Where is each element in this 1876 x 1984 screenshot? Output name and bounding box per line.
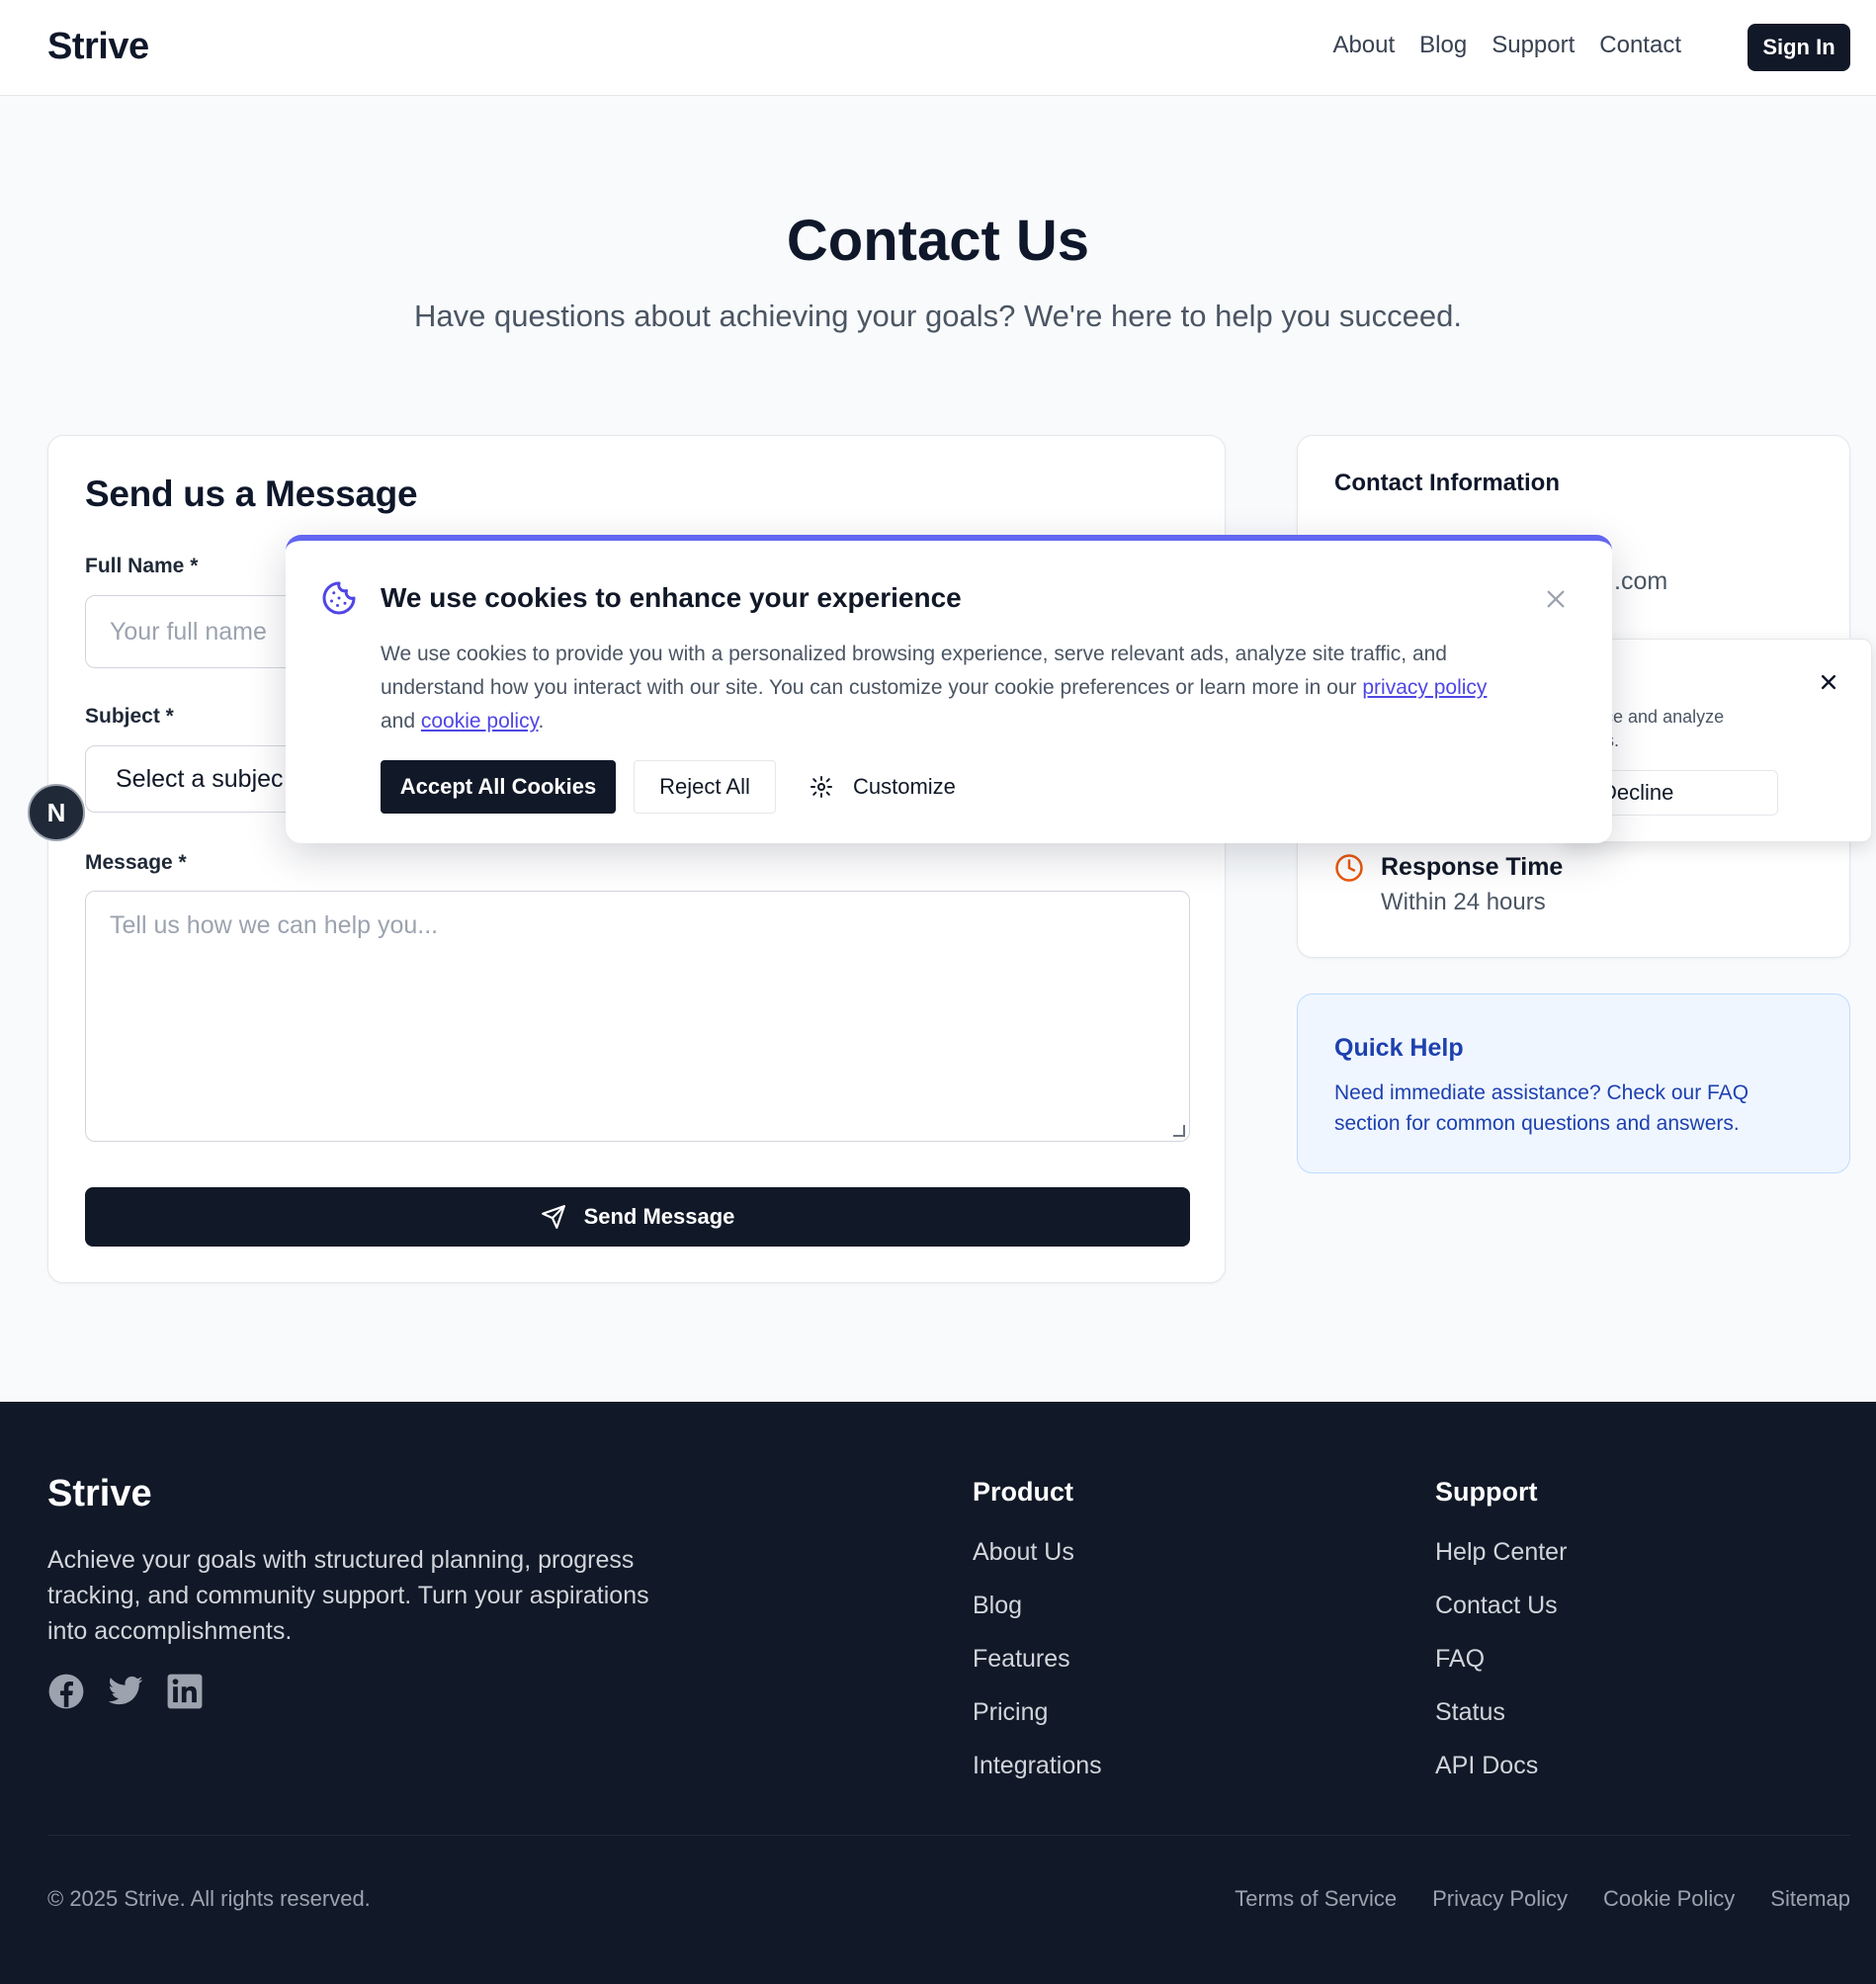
form-title: Send us a Message bbox=[85, 474, 418, 514]
footer-link-contact-us[interactable]: Contact Us bbox=[1435, 1592, 1567, 1645]
quick-help-title: Quick Help bbox=[1334, 1034, 1464, 1062]
cookie-policy-footer-link[interactable]: Cookie Policy bbox=[1603, 1886, 1735, 1912]
footer-link-faq[interactable]: FAQ bbox=[1435, 1645, 1567, 1698]
linkedin-icon[interactable] bbox=[166, 1673, 204, 1710]
footer-link-status[interactable]: Status bbox=[1435, 1698, 1567, 1752]
clock-icon bbox=[1335, 854, 1363, 882]
nav-about[interactable]: About bbox=[1332, 32, 1395, 59]
sitemap-link[interactable]: Sitemap bbox=[1770, 1886, 1850, 1912]
secondary-cookie-text-line2: o us. bbox=[1580, 729, 1818, 752]
dev-tools-avatar[interactable]: N bbox=[28, 784, 85, 841]
full-name-label: Full Name * bbox=[85, 555, 199, 577]
cookie-policy-link[interactable]: cookie policy bbox=[421, 710, 539, 733]
response-time-title: Response Time bbox=[1381, 853, 1564, 881]
footer-legal-links: Terms of Service Privacy Policy Cookie P… bbox=[1235, 1886, 1850, 1912]
reject-all-button[interactable]: Reject All bbox=[634, 760, 776, 814]
customize-label: Customize bbox=[853, 774, 956, 799]
footer-description: Achieve your goals with structured plann… bbox=[47, 1546, 649, 1645]
quick-help-text: Need immediate assistance? Check our FAQ… bbox=[1334, 1081, 1749, 1135]
send-icon bbox=[541, 1205, 565, 1229]
social-links bbox=[47, 1673, 204, 1710]
quick-help-card: Quick Help Need immediate assistance? Ch… bbox=[1297, 993, 1850, 1173]
secondary-cookie-text-line1: ience and analyze bbox=[1580, 707, 1725, 727]
contact-info-title: Contact Information bbox=[1334, 470, 1560, 496]
cookie-banner-title: We use cookies to enhance your experienc… bbox=[381, 582, 962, 613]
footer-divider bbox=[47, 1835, 1850, 1836]
footer-link-integrations[interactable]: Integrations bbox=[973, 1752, 1102, 1805]
nav-blog[interactable]: Blog bbox=[1419, 32, 1467, 59]
sign-in-button[interactable]: Sign In bbox=[1748, 24, 1850, 71]
footer-link-help-center[interactable]: Help Center bbox=[1435, 1538, 1567, 1592]
gear-icon bbox=[810, 776, 832, 798]
brand-logo[interactable]: Strive bbox=[47, 26, 149, 68]
footer-link-api-docs[interactable]: API Docs bbox=[1435, 1752, 1567, 1805]
message-label: Message * bbox=[85, 851, 187, 874]
full-name-placeholder: Your full name bbox=[110, 617, 267, 646]
nav-contact[interactable]: Contact bbox=[1599, 32, 1681, 59]
contact-email-value[interactable]: .com bbox=[1614, 567, 1667, 596]
cookie-banner-text: We use cookies to provide you with a per… bbox=[381, 638, 1507, 738]
footer-support-links: Help Center Contact Us FAQ Status API Do… bbox=[1435, 1538, 1567, 1805]
main-nav: About Blog Support Contact bbox=[1332, 32, 1681, 59]
site-header: Strive About Blog Support Contact Sign I… bbox=[0, 0, 1876, 96]
send-message-label: Send Message bbox=[583, 1204, 735, 1229]
nav-support[interactable]: Support bbox=[1492, 32, 1575, 59]
twitter-icon[interactable] bbox=[107, 1673, 144, 1710]
footer-product-title: Product bbox=[973, 1477, 1074, 1507]
footer-link-features[interactable]: Features bbox=[973, 1645, 1102, 1698]
privacy-policy-link[interactable]: privacy policy bbox=[1362, 676, 1487, 699]
footer-link-blog[interactable]: Blog bbox=[973, 1592, 1102, 1645]
customize-button[interactable]: Customize bbox=[810, 760, 956, 814]
cookie-text-and: and bbox=[381, 710, 421, 733]
footer-product-links: About Us Blog Features Pricing Integrati… bbox=[973, 1538, 1102, 1805]
subject-select-value: Select a subjec bbox=[116, 764, 284, 793]
privacy-policy-footer-link[interactable]: Privacy Policy bbox=[1432, 1886, 1568, 1912]
page-title: Contact Us bbox=[786, 209, 1090, 273]
secondary-close-icon[interactable] bbox=[1814, 667, 1843, 697]
accept-all-cookies-button[interactable]: Accept All Cookies bbox=[381, 760, 616, 814]
footer-support-title: Support bbox=[1435, 1477, 1538, 1507]
cookie-icon bbox=[322, 581, 356, 615]
cookie-text-period: . bbox=[538, 710, 545, 733]
copyright-text: © 2025 Strive. All rights reserved. bbox=[47, 1886, 371, 1911]
response-time-value: Within 24 hours bbox=[1381, 889, 1546, 915]
terms-of-service-link[interactable]: Terms of Service bbox=[1235, 1886, 1397, 1912]
message-placeholder: Tell us how we can help you... bbox=[110, 911, 439, 939]
send-message-button[interactable]: Send Message bbox=[85, 1187, 1190, 1247]
footer-brand[interactable]: Strive bbox=[47, 1473, 152, 1515]
cookie-close-icon[interactable] bbox=[1541, 584, 1571, 614]
subject-label: Subject * bbox=[85, 705, 174, 728]
cookie-banner: We use cookies to enhance your experienc… bbox=[286, 535, 1612, 843]
secondary-cookie-text: ience and analyze o us. bbox=[1580, 705, 1818, 752]
footer-link-pricing[interactable]: Pricing bbox=[973, 1698, 1102, 1752]
footer-link-about-us[interactable]: About Us bbox=[973, 1538, 1102, 1592]
resize-handle-icon[interactable] bbox=[1173, 1125, 1185, 1137]
page-subtitle: Have questions about achieving your goal… bbox=[413, 299, 1462, 333]
facebook-icon[interactable] bbox=[47, 1673, 85, 1710]
message-textarea[interactable]: Tell us how we can help you... bbox=[85, 891, 1190, 1142]
cookie-text-body: We use cookies to provide you with a per… bbox=[381, 643, 1447, 699]
site-footer: Strive Achieve your goals with structure… bbox=[0, 1402, 1876, 1984]
